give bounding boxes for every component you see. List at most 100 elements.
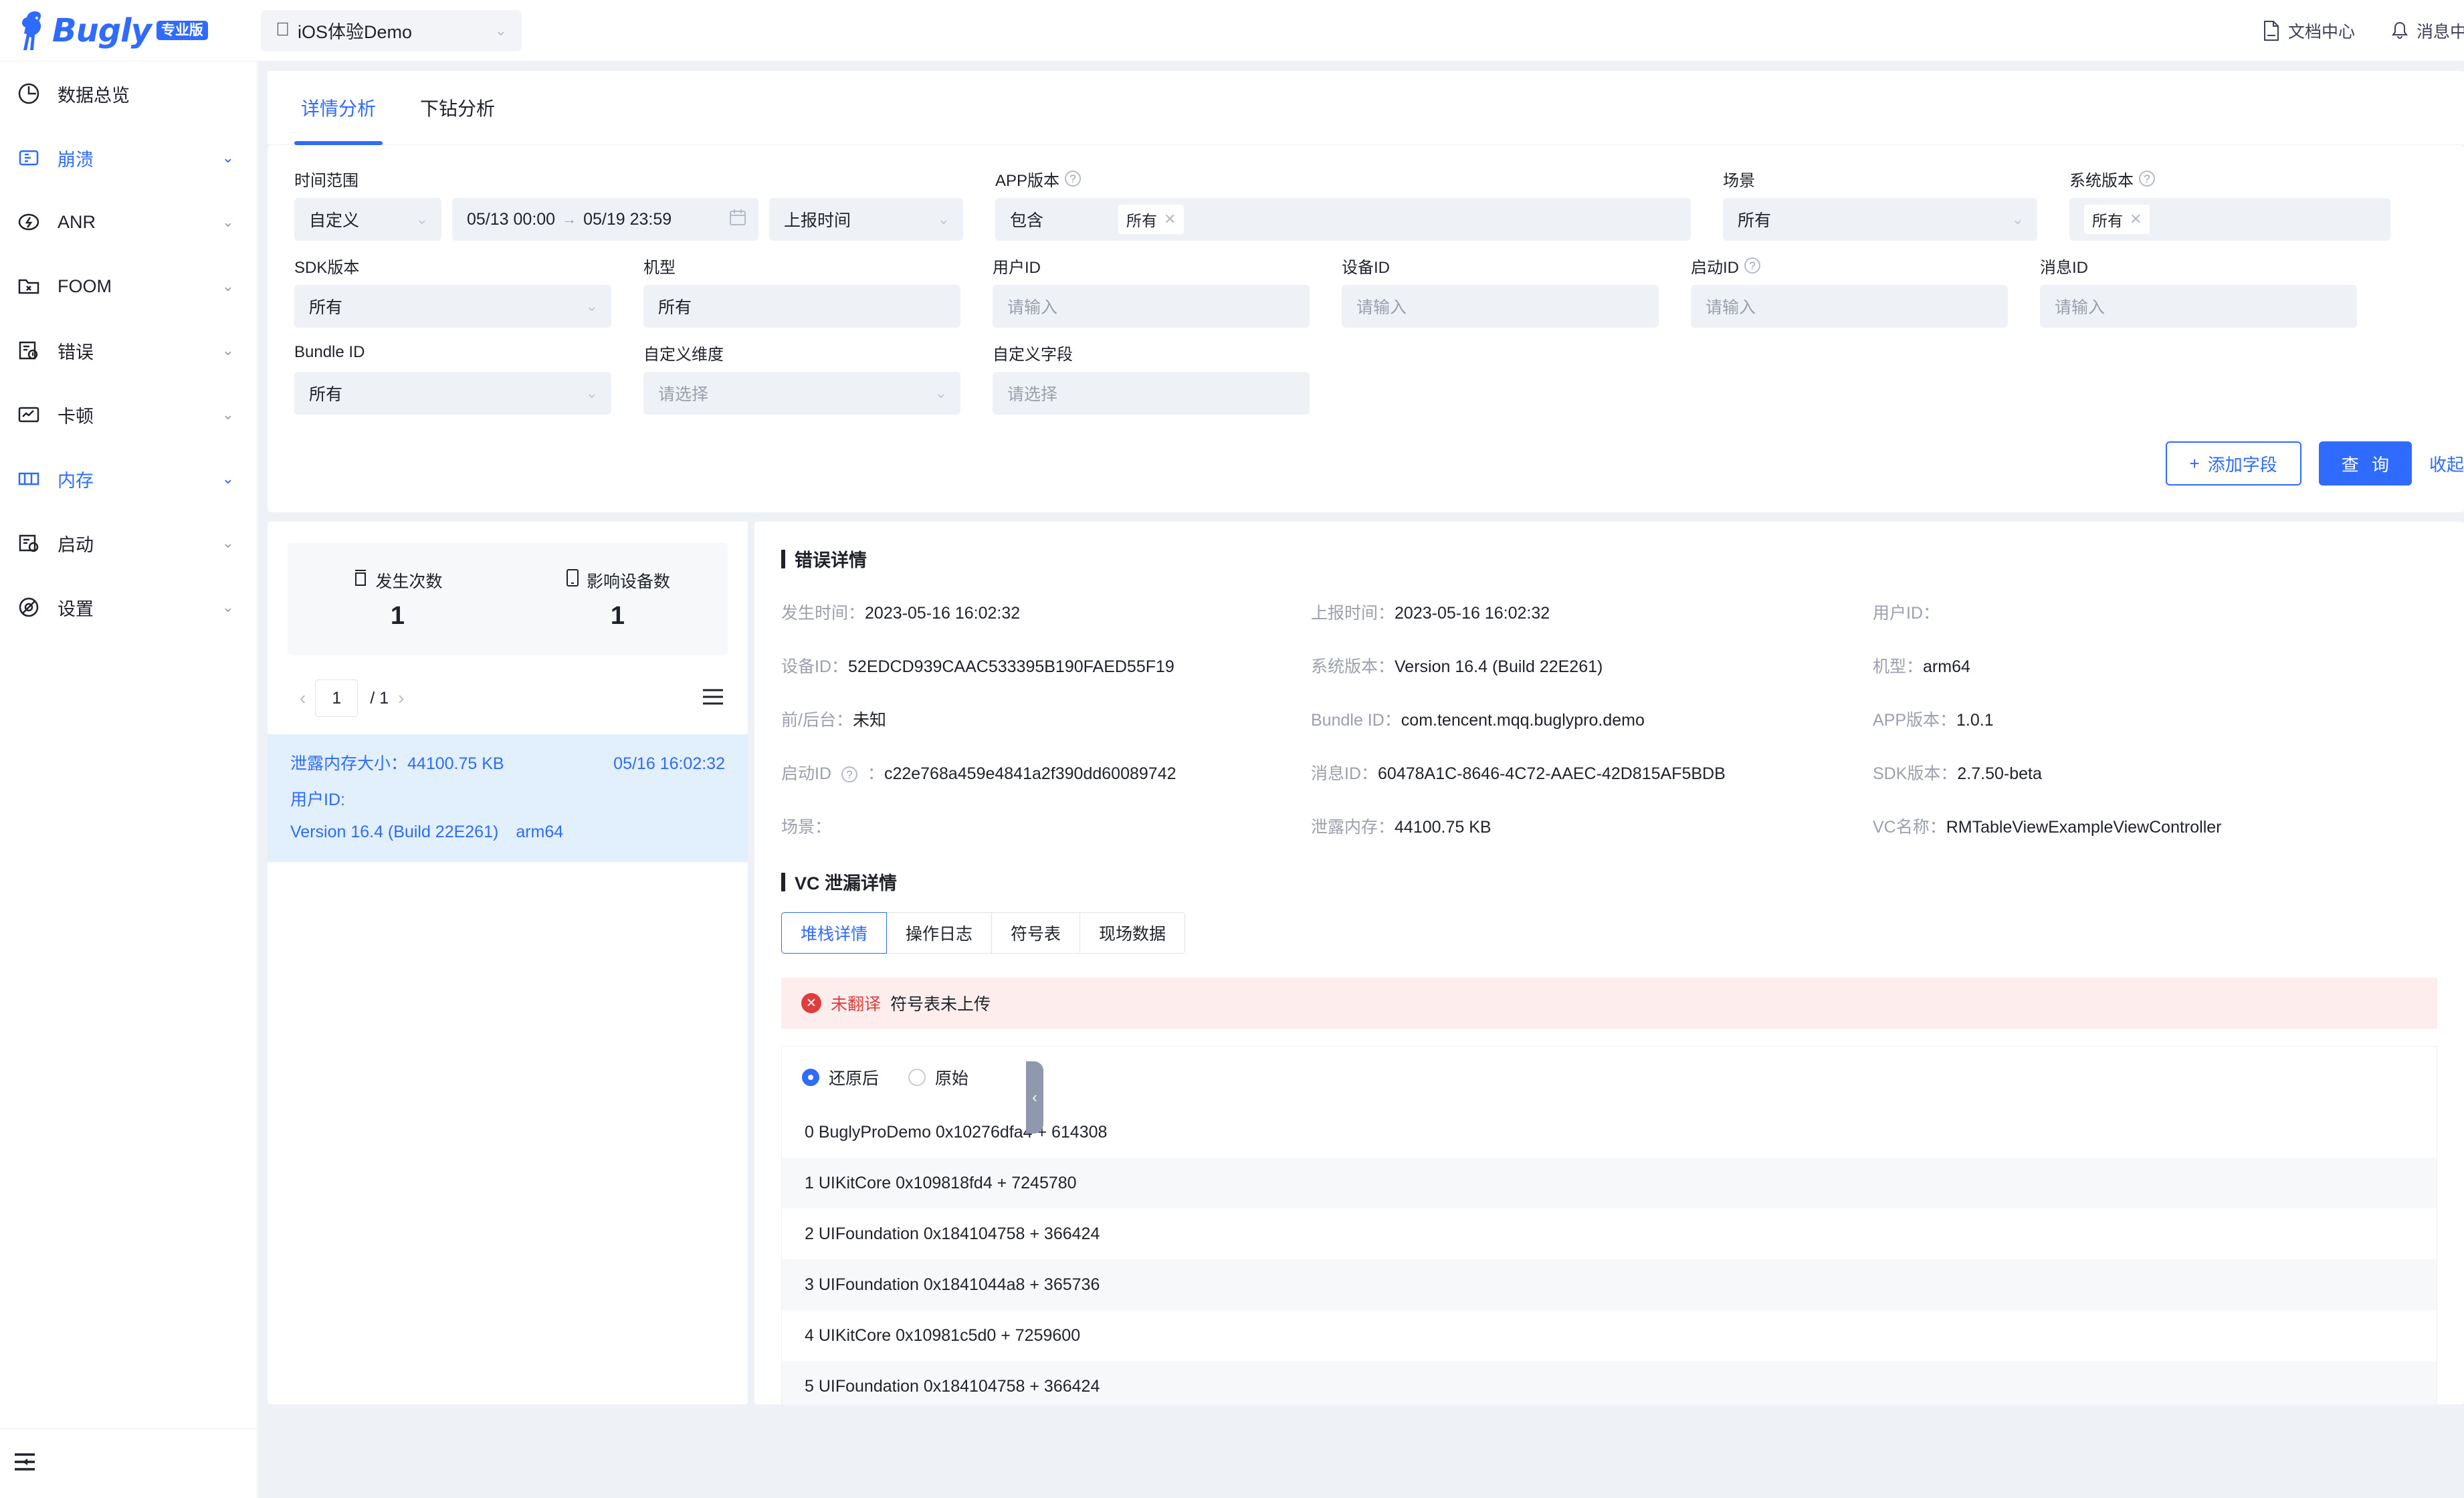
- tab-drilldown-analysis[interactable]: 下钻分析: [413, 71, 502, 145]
- sidebar-item-memory[interactable]: 内存 ⌄: [0, 447, 257, 511]
- chevron-down-icon: ⌄: [221, 599, 234, 615]
- analysis-tabs-card: 详情分析 下钻分析: [268, 71, 2464, 146]
- detail-value: com.tencent.mqq.buglypro.demo: [1401, 711, 1645, 730]
- sidebar-item-anr[interactable]: ANR ⌄: [0, 190, 257, 254]
- device-model-value: 所有: [658, 298, 692, 317]
- tab-symbol-table[interactable]: 符号表: [992, 912, 1081, 954]
- chevron-down-icon: ⌄: [221, 534, 234, 551]
- filter-scene: 场景 所有 ⌄: [1723, 169, 2037, 241]
- plus-icon: +: [2189, 453, 2200, 473]
- detail-bundle-id: Bundle ID：com.tencent.mqq.buglypro.demo: [1311, 707, 1873, 731]
- help-icon[interactable]: ?: [1065, 171, 1082, 187]
- detail-report-time: 上报时间：2023-05-16 16:02:32: [1311, 600, 1873, 624]
- alert-message: 符号表未上传: [890, 995, 991, 1014]
- input-placeholder: 请输入: [1007, 298, 1058, 317]
- chevron-down-icon: ⌄: [221, 149, 234, 166]
- memory-icon: [17, 467, 48, 490]
- add-field-button[interactable]: + 添加字段: [2165, 441, 2301, 486]
- time-preset-select[interactable]: 自定义 ⌄: [294, 198, 441, 241]
- tab-label: 下钻分析: [420, 98, 496, 119]
- sidebar-item-foom[interactable]: FOOM ⌄: [0, 254, 257, 318]
- radio-restored[interactable]: 还原后: [802, 1065, 879, 1089]
- close-icon[interactable]: ✕: [2130, 211, 2142, 228]
- user-id-input[interactable]: 请输入: [993, 285, 1310, 328]
- app-selector[interactable]:  iOS体验Demo ⌄: [261, 9, 522, 51]
- scene-select[interactable]: 所有 ⌄: [1723, 198, 2037, 241]
- message-id-input[interactable]: 请输入: [2040, 285, 2357, 328]
- error-icon: [17, 339, 48, 362]
- detail-value: arm64: [1923, 657, 1970, 676]
- date-range-input[interactable]: 05/13 00:00 → 05/19 23:59: [452, 198, 758, 241]
- detail-value: 60478A1C-8646-4C72-AAEC-42D815AF5BDB: [1378, 764, 1726, 783]
- os-version-tag[interactable]: 所有 ✕: [2084, 205, 2150, 234]
- leak-size-label: 泄露内存大小：: [290, 754, 408, 773]
- sdk-version-select[interactable]: 所有 ⌄: [294, 285, 611, 328]
- help-icon[interactable]: ?: [1744, 257, 1760, 274]
- sidebar-item-label: 错误: [58, 342, 94, 362]
- app-version-tag[interactable]: 所有 ✕: [1118, 205, 1185, 234]
- time-type-select[interactable]: 上报时间 ⌄: [769, 198, 963, 241]
- filter-label: APP版本 ?: [995, 169, 1691, 190]
- app-version-select[interactable]: 包含 ⌄ 所有 ✕: [995, 198, 1691, 241]
- detail-label-tail: ：: [867, 764, 884, 783]
- chevron-right-icon[interactable]: ›: [389, 687, 413, 709]
- message-center-link[interactable]: 消息中: [2391, 19, 2464, 43]
- tab-operation-log[interactable]: 操作日志: [887, 912, 993, 954]
- chevron-down-icon: ⌄: [494, 21, 507, 39]
- docs-center-link[interactable]: 文档中心: [2263, 19, 2355, 43]
- list-menu-icon[interactable]: [701, 687, 725, 710]
- detail-value: RMTableViewExampleViewController: [1946, 818, 2222, 837]
- custom-field-select[interactable]: 请选择: [993, 372, 1310, 415]
- sidebar-item-label: 启动: [58, 534, 94, 555]
- filter-label: 场景: [1723, 171, 1755, 190]
- tab-scene-data[interactable]: 现场数据: [1080, 912, 1186, 954]
- tab-label: 操作日志: [906, 925, 973, 944]
- chevron-left-icon[interactable]: ‹: [290, 687, 315, 709]
- tab-stack-detail[interactable]: 堆栈详情: [781, 912, 888, 954]
- sidebar-item-settings[interactable]: 设置 ⌄: [0, 575, 257, 639]
- sidebar-item-label: ANR: [58, 211, 96, 232]
- list-item[interactable]: 泄露内存大小： 44100.75 KB 05/16 16:02:32 用户ID:…: [268, 734, 748, 862]
- sidebar-item-label: 卡顿: [58, 406, 94, 427]
- sidebar: 数据总览 崩溃 ⌄ ANR ⌄ FOOM ⌄ 错误 ⌄ 卡顿 ⌄ 内存 ⌄ 启动…: [0, 62, 258, 1498]
- help-icon[interactable]: ?: [2139, 171, 2155, 187]
- section-bar-icon: [781, 549, 785, 568]
- sidebar-collapse-icon[interactable]: [13, 1452, 39, 1475]
- filter-message-id: 消息ID 请输入: [2040, 255, 2357, 328]
- sidebar-item-dashboard[interactable]: 数据总览: [0, 62, 257, 126]
- sidebar-item-lag[interactable]: 卡顿 ⌄: [0, 383, 257, 447]
- input-placeholder: 请输入: [1356, 298, 1407, 317]
- detail-occur-time: 发生时间：2023-05-16 16:02:32: [781, 600, 1311, 624]
- tab-detail-analysis[interactable]: 详情分析: [294, 71, 383, 145]
- sidebar-item-crash[interactable]: 崩溃 ⌄: [0, 126, 257, 190]
- device-model-select[interactable]: 所有: [643, 285, 960, 328]
- detail-value: 2.7.50-beta: [1957, 764, 2042, 783]
- add-field-label: 添加字段: [2207, 454, 2277, 475]
- launch-id-input[interactable]: 请输入: [1691, 285, 2008, 328]
- custom-dimension-select[interactable]: 请选择 ⌄: [643, 372, 960, 415]
- detail-value: c22e768a459e4841a2f390dd60089742: [884, 764, 1176, 783]
- tab-label: 详情分析: [301, 98, 377, 119]
- bundle-id-select[interactable]: 所有 ⌄: [294, 372, 611, 415]
- chevron-down-icon: ⌄: [221, 342, 234, 358]
- close-icon[interactable]: ✕: [1164, 211, 1176, 228]
- chevron-left-icon: ‹: [1032, 1089, 1037, 1105]
- panel-collapse-handle[interactable]: ‹: [1026, 1061, 1043, 1134]
- help-icon[interactable]: ?: [841, 766, 857, 783]
- collapse-filters-button[interactable]: 收起: [2429, 451, 2464, 476]
- device-icon: [565, 568, 580, 592]
- device-id-input[interactable]: 请输入: [1342, 285, 1659, 328]
- time-type-value: 上报时间: [784, 211, 851, 230]
- brand-logo[interactable]: Bugly 专业版: [19, 10, 239, 51]
- filter-label: 用户ID: [993, 258, 1041, 277]
- vc-leak-tabs: 堆栈详情 操作日志 符号表 现场数据: [781, 912, 2437, 954]
- page-number-input[interactable]: 1: [315, 679, 358, 717]
- os-version-select[interactable]: 所有 ✕: [2069, 198, 2390, 241]
- query-button[interactable]: 查 询: [2318, 441, 2412, 486]
- sidebar-item-startup[interactable]: 启动 ⌄: [0, 511, 257, 575]
- sidebar-item-error[interactable]: 错误 ⌄: [0, 318, 257, 383]
- document-icon: [2263, 21, 2279, 41]
- anr-icon: [17, 211, 48, 233]
- radio-original[interactable]: 原始: [908, 1065, 968, 1089]
- detail-label: 设备ID：: [781, 657, 849, 676]
